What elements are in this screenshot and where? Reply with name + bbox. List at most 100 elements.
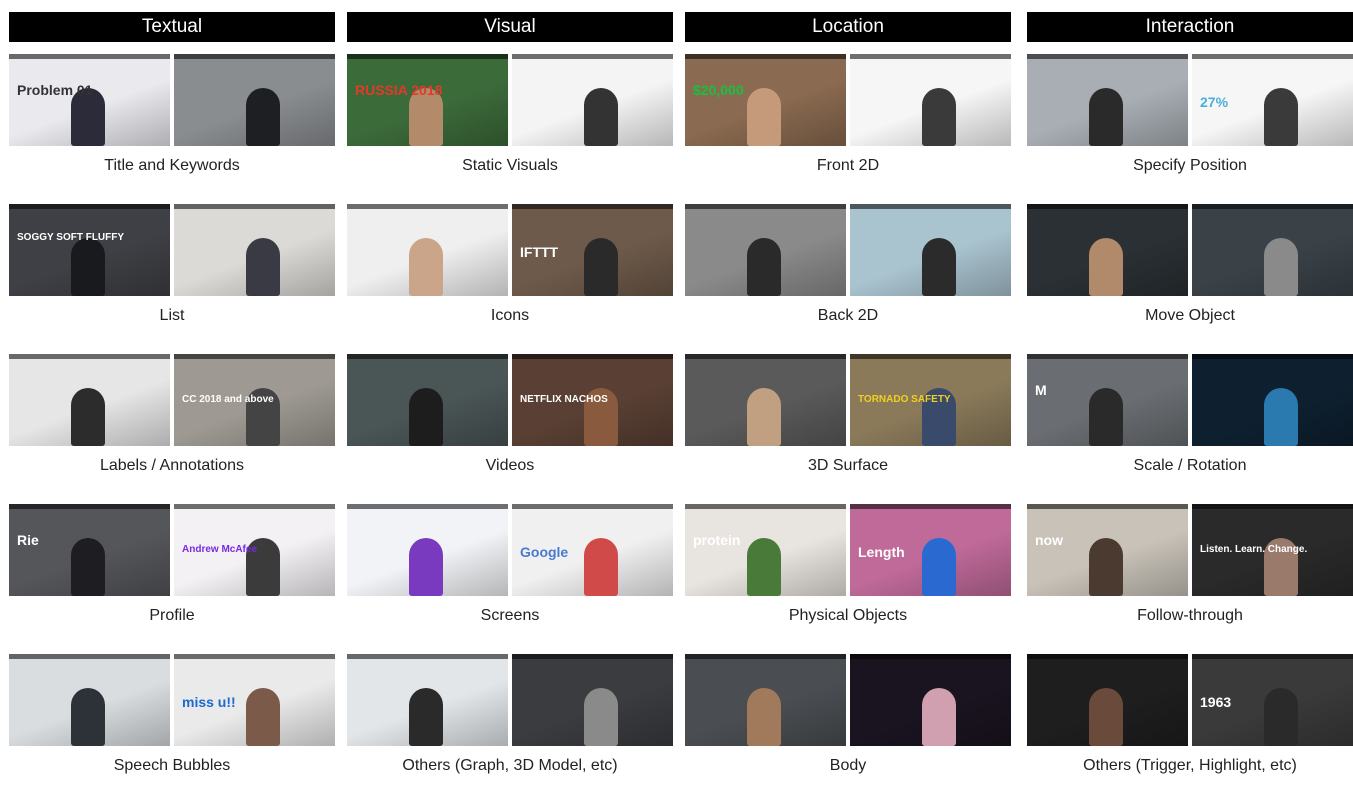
technique-cell: now Listen. Learn. Change. Follow-through xyxy=(1027,504,1353,641)
overlay-text: SOGGY SOFT FLUFFY xyxy=(17,232,125,243)
video-toolbar xyxy=(1192,54,1353,59)
thumbnail-pair: miss u!! xyxy=(9,654,335,746)
technique-label: Screens xyxy=(480,607,540,624)
presenter-silhouette xyxy=(747,238,781,296)
presenter-silhouette xyxy=(1089,688,1123,746)
thumbnail-pair: TORNADO SAFETY xyxy=(685,354,1011,446)
technique-label: Title and Keywords xyxy=(104,157,240,174)
technique-cell: TORNADO SAFETY 3D Surface xyxy=(685,354,1011,491)
presenter-silhouette xyxy=(1089,388,1123,446)
thumbnail-pair xyxy=(685,654,1011,746)
technique-cell: Back 2D xyxy=(685,204,1011,341)
video-toolbar xyxy=(9,654,170,659)
technique-cell: SOGGY SOFT FLUFFY List xyxy=(9,204,335,341)
presenter-silhouette xyxy=(71,688,105,746)
example-thumbnail xyxy=(850,654,1011,746)
example-thumbnail xyxy=(685,654,846,746)
video-toolbar xyxy=(1027,654,1188,659)
technique-cell: 27% Specify Position xyxy=(1027,54,1353,191)
example-thumbnail: CC 2018 and above xyxy=(174,354,335,446)
technique-label: Others (Graph, 3D Model, etc) xyxy=(402,757,618,774)
technique-label: Follow-through xyxy=(1137,607,1243,624)
thumbnail-pair: M xyxy=(1027,354,1353,446)
example-thumbnail xyxy=(1192,354,1353,446)
thumbnail-pair xyxy=(685,204,1011,296)
technique-label: Videos xyxy=(485,457,535,474)
video-toolbar xyxy=(850,204,1011,209)
example-thumbnail xyxy=(347,204,508,296)
example-thumbnail: Google xyxy=(512,504,673,596)
technique-cell: Others (Graph, 3D Model, etc) xyxy=(347,654,673,791)
example-thumbnail xyxy=(685,354,846,446)
overlay-text: CC 2018 and above xyxy=(182,394,274,405)
video-toolbar xyxy=(347,354,508,359)
video-toolbar xyxy=(512,654,673,659)
presenter-silhouette xyxy=(1264,238,1298,296)
overlay-text: Google xyxy=(520,544,569,560)
example-thumbnail xyxy=(512,654,673,746)
presenter-silhouette xyxy=(246,88,280,146)
technique-cell: Problem 01 Title and Keywords xyxy=(9,54,335,191)
column-header: Visual xyxy=(347,12,673,42)
presenter-silhouette xyxy=(747,388,781,446)
video-toolbar xyxy=(512,54,673,59)
thumbnail-pair: Problem 01 xyxy=(9,54,335,146)
technique-cell: protein Length Physical Objects xyxy=(685,504,1011,641)
example-thumbnail xyxy=(850,204,1011,296)
technique-cell: miss u!! Speech Bubbles xyxy=(9,654,335,791)
technique-label: Static Visuals xyxy=(462,157,558,174)
video-toolbar xyxy=(347,504,508,509)
technique-cell: $20,000 Front 2D xyxy=(685,54,1011,191)
video-toolbar xyxy=(685,354,846,359)
overlay-text: M xyxy=(1035,382,1047,398)
technique-grid: Textual Problem 01 Title and Keywords SOGGY… xyxy=(0,0,1353,774)
example-thumbnail xyxy=(1027,654,1188,746)
video-toolbar xyxy=(347,654,508,659)
technique-label: Others (Trigger, Highlight, etc) xyxy=(1083,757,1297,774)
video-toolbar xyxy=(685,654,846,659)
technique-cell: Rie Andrew McAfee Profile xyxy=(9,504,335,641)
technique-cell: CC 2018 and above Labels / Annotations xyxy=(9,354,335,491)
overlay-text: NETFLIX NACHOS xyxy=(520,394,608,405)
video-toolbar xyxy=(9,354,170,359)
overlay-text: now xyxy=(1035,532,1063,548)
video-toolbar xyxy=(1192,354,1353,359)
video-toolbar xyxy=(347,204,508,209)
overlay-text: Rie xyxy=(17,532,39,548)
presenter-silhouette xyxy=(409,688,443,746)
presenter-silhouette xyxy=(922,88,956,146)
overlay-text: 27% xyxy=(1200,94,1229,110)
technique-label: Profile xyxy=(149,607,195,624)
overlay-text: $20,000 xyxy=(693,82,744,98)
example-thumbnail: Listen. Learn. Change. xyxy=(1192,504,1353,596)
example-thumbnail: SOGGY SOFT FLUFFY xyxy=(9,204,170,296)
example-thumbnail: Length xyxy=(850,504,1011,596)
thumbnail-pair: IFTTT xyxy=(347,204,673,296)
thumbnail-pair: Google xyxy=(347,504,673,596)
video-toolbar xyxy=(1192,504,1353,509)
example-thumbnail xyxy=(1027,204,1188,296)
example-thumbnail: IFTTT xyxy=(512,204,673,296)
video-toolbar xyxy=(9,204,170,209)
presenter-silhouette xyxy=(409,538,443,596)
presenter-silhouette xyxy=(71,388,105,446)
example-thumbnail: TORNADO SAFETY xyxy=(850,354,1011,446)
video-toolbar xyxy=(850,504,1011,509)
column-visual: Visual RUSSIA 2018 Static Visuals IFTTT Icon… xyxy=(347,12,673,791)
video-toolbar xyxy=(512,504,673,509)
presenter-silhouette xyxy=(1264,688,1298,746)
video-toolbar xyxy=(174,654,335,659)
example-thumbnail: now xyxy=(1027,504,1188,596)
video-toolbar xyxy=(512,204,673,209)
presenter-silhouette xyxy=(1264,388,1298,446)
presenter-silhouette xyxy=(747,538,781,596)
column-location: Location $20,000 Front 2D Back 2D TORNADO SA… xyxy=(685,12,1011,791)
video-toolbar xyxy=(512,354,673,359)
technique-label: Body xyxy=(829,757,867,774)
example-thumbnail xyxy=(1027,54,1188,146)
column-header: Interaction xyxy=(1027,12,1353,42)
example-thumbnail xyxy=(347,354,508,446)
technique-label: Front 2D xyxy=(816,157,880,174)
video-toolbar xyxy=(174,354,335,359)
presenter-silhouette xyxy=(922,688,956,746)
